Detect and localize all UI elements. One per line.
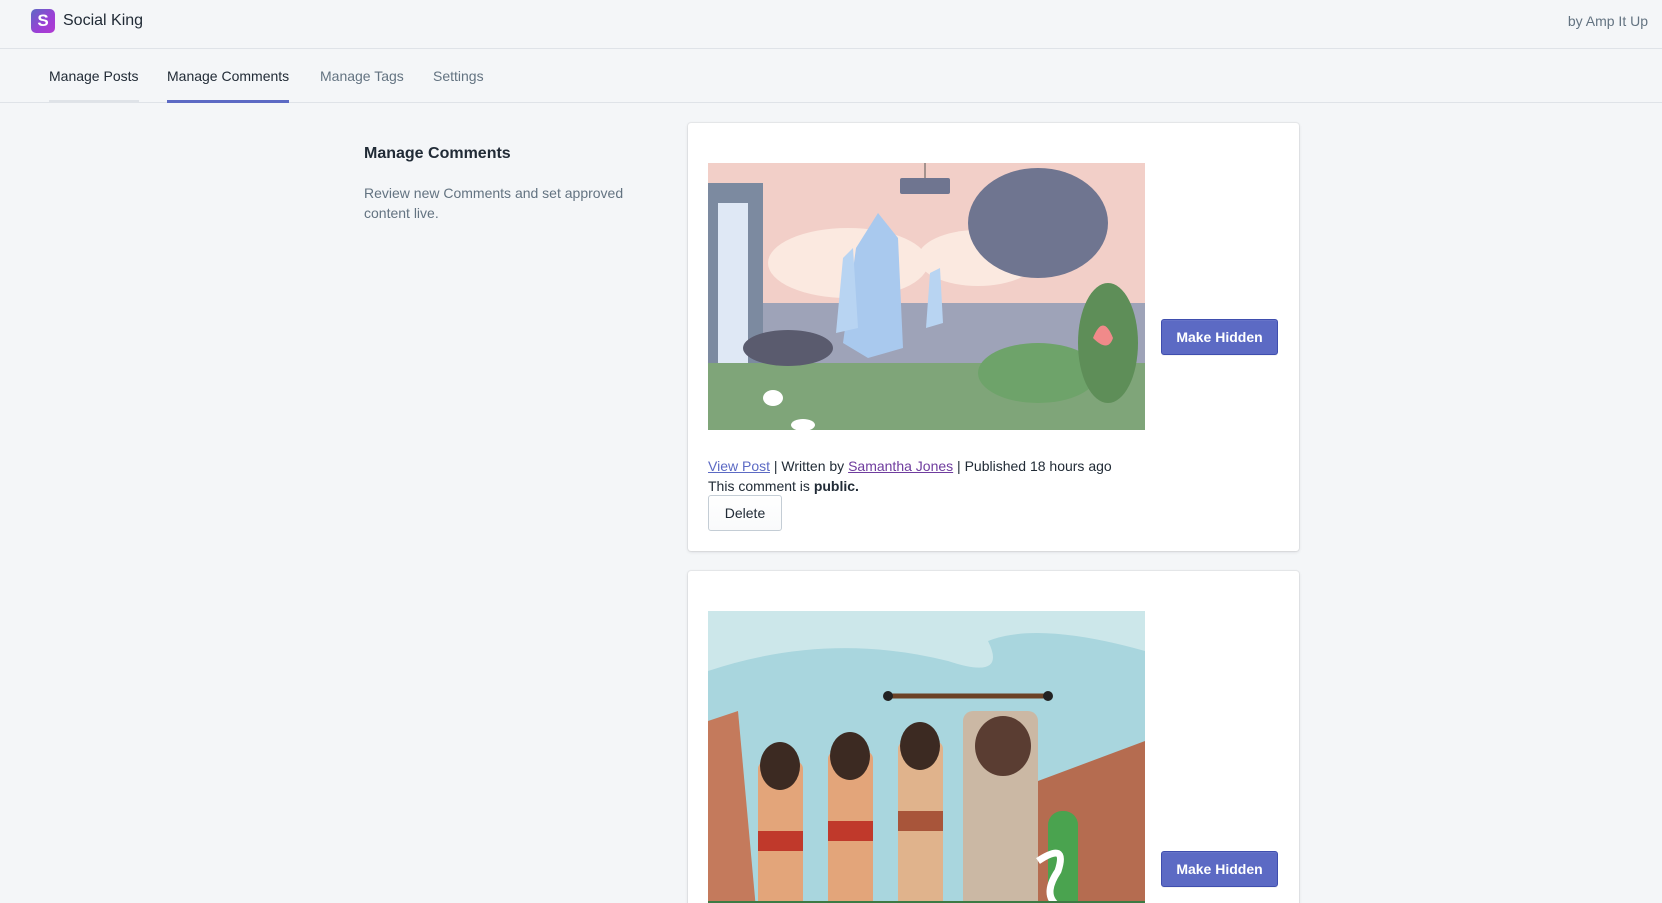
author-link[interactable]: Samantha Jones bbox=[848, 458, 953, 474]
app-name: Social King bbox=[63, 12, 144, 29]
brand[interactable]: S Social King bbox=[31, 9, 143, 33]
view-post-link[interactable]: View Post bbox=[708, 458, 770, 474]
comment-card: Make Hidden View Post | Written by Saman… bbox=[688, 123, 1299, 551]
tab-label: Manage Posts bbox=[49, 68, 139, 84]
post-image bbox=[708, 611, 1145, 903]
top-bar: S Social King by Amp It Up bbox=[0, 0, 1662, 49]
tab-manage-tags[interactable]: Manage Tags bbox=[320, 49, 404, 103]
section-description: Review new Comments and set approved con… bbox=[364, 185, 624, 221]
comment-meta: View Post | Written by Samantha Jones | … bbox=[708, 456, 1112, 476]
status-prefix: This comment is bbox=[708, 478, 814, 494]
tab-settings[interactable]: Settings bbox=[433, 49, 484, 103]
app-logo-icon: S bbox=[31, 9, 55, 33]
published-text: | Published 18 hours ago bbox=[953, 458, 1112, 474]
active-tab-indicator bbox=[167, 100, 290, 103]
make-hidden-button[interactable]: Make Hidden bbox=[1161, 319, 1278, 355]
tab-underline bbox=[49, 100, 139, 103]
written-by-text: | Written by bbox=[770, 458, 849, 474]
post-image bbox=[708, 163, 1145, 430]
tab-manage-posts[interactable]: Manage Posts bbox=[49, 49, 139, 103]
byline: by Amp It Up bbox=[1567, 13, 1648, 29]
tab-label: Manage Tags bbox=[320, 68, 404, 84]
tab-bar: Manage Posts Manage Comments Manage Tags… bbox=[0, 49, 1662, 103]
tab-manage-comments[interactable]: Manage Comments bbox=[167, 49, 290, 103]
section-title: Manage Comments bbox=[364, 145, 511, 162]
comment-card: Make Hidden bbox=[688, 571, 1299, 903]
status-value: public. bbox=[813, 478, 859, 494]
tab-label: Settings bbox=[433, 68, 484, 84]
tab-label: Manage Comments bbox=[167, 68, 290, 84]
native-warriors-illustration bbox=[708, 611, 1145, 903]
crystal-landscape-illustration bbox=[708, 163, 1145, 430]
comment-status: This comment is public. bbox=[708, 476, 859, 496]
make-hidden-button[interactable]: Make Hidden bbox=[1161, 851, 1278, 887]
delete-button[interactable]: Delete bbox=[708, 495, 782, 531]
